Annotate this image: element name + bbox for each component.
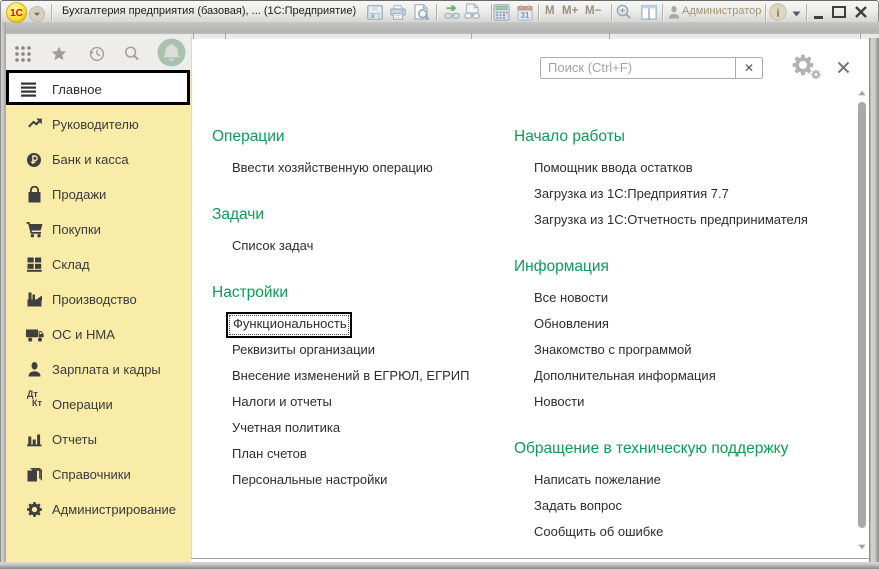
svg-text:1С: 1С <box>10 8 23 19</box>
svg-text:31: 31 <box>521 11 530 20</box>
